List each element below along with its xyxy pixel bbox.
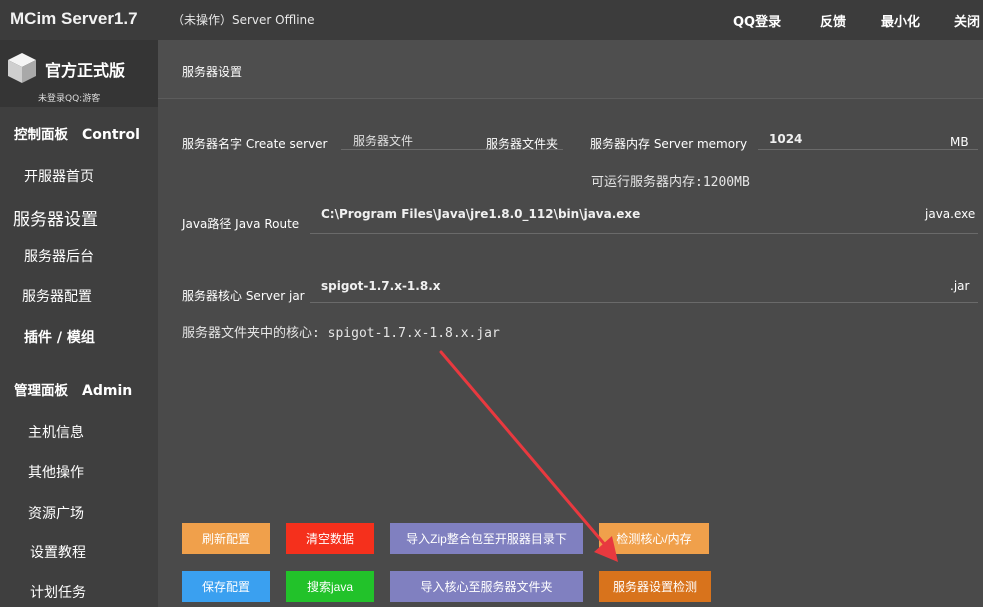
server-status: （未操作）Server Offline <box>172 13 315 27</box>
import-zip-button[interactable]: 导入Zip整合包至开服器目录下 <box>390 523 583 554</box>
server-name-value: 服务器文件 <box>353 134 414 148</box>
admin-section-en: Admin <box>82 383 133 399</box>
cube-logo-icon <box>8 53 36 83</box>
sidebar-item-home[interactable]: 开服器首页 <box>24 166 94 186</box>
sidebar-item-scheduled-tasks[interactable]: 计划任务 <box>30 582 86 602</box>
check-core-memory-button[interactable]: 检测核心/内存 <box>599 523 709 554</box>
sidebar-item-server-console[interactable]: 服务器后台 <box>24 246 94 266</box>
edition-label: 官方正式版 <box>45 61 126 80</box>
core-detected-text: 服务器文件夹中的核心: spigot-1.7.x-1.8.x.jar <box>182 326 500 341</box>
admin-section-header: 管理面板 Admin <box>14 379 132 399</box>
memory-unit: MB <box>950 135 969 149</box>
jar-suffix: .jar <box>950 279 970 293</box>
available-memory-text: 可运行服务器内存:1200MB <box>591 175 750 190</box>
server-settings-check-button[interactable]: 服务器设置检测 <box>599 571 711 602</box>
server-name-label: 服务器名字 Create server <box>182 137 328 151</box>
title-bar: MCim Server1.7 （未操作）Server Offline QQ登录 … <box>0 0 983 40</box>
sidebar-item-server-settings[interactable]: 服务器设置 <box>13 205 98 230</box>
feedback-button[interactable]: 反馈 <box>820 11 846 30</box>
import-core-button[interactable]: 导入核心至服务器文件夹 <box>390 571 583 602</box>
java-path-field[interactable]: C:\Program Files\Java\jre1.8.0_112\bin\j… <box>310 202 978 234</box>
server-name-field[interactable]: 服务器文件 服务器文件夹 <box>341 126 563 151</box>
qq-login-button[interactable]: QQ登录 <box>733 11 781 30</box>
panel-header: 服务器设置 <box>158 40 983 99</box>
java-exe-suffix: java.exe <box>925 207 976 221</box>
server-jar-value: spigot-1.7.x-1.8.x <box>321 279 441 293</box>
control-section-en: Control <box>82 127 140 143</box>
save-config-button[interactable]: 保存配置 <box>182 571 270 602</box>
clear-data-button[interactable]: 清空数据 <box>286 523 374 554</box>
sidebar-item-host-info[interactable]: 主机信息 <box>28 422 84 442</box>
java-path-label: Java路径 Java Route <box>182 217 300 231</box>
memory-field[interactable]: 1024 MB <box>758 126 978 150</box>
memory-value: 1024 <box>769 132 803 146</box>
java-path-value: C:\Program Files\Java\jre1.8.0_112\bin\j… <box>321 207 641 221</box>
main-panel: 服务器设置 服务器名字 Create server 服务器文件 服务器文件夹 服… <box>158 40 983 607</box>
search-java-button[interactable]: 搜索java <box>286 571 374 602</box>
server-jar-field[interactable]: spigot-1.7.x-1.8.x .jar <box>310 276 978 303</box>
sidebar-item-tutorial[interactable]: 设置教程 <box>30 542 86 562</box>
admin-section-cn: 管理面板 <box>14 383 68 399</box>
sidebar-item-server-config[interactable]: 服务器配置 <box>22 286 92 306</box>
sidebar: 官方正式版 未登录QQ:游客 控制面板 Control 开服器首页 服务器设置 服… <box>0 40 158 607</box>
minimize-button[interactable]: 最小化 <box>881 11 920 30</box>
app-title: MCim Server1.7 <box>10 9 138 28</box>
sidebar-item-plugins-mods[interactable]: 插件 / 模组 <box>24 327 95 347</box>
close-button[interactable]: 关闭 <box>954 11 980 30</box>
sidebar-item-other-ops[interactable]: 其他操作 <box>28 462 84 482</box>
refresh-config-button[interactable]: 刷新配置 <box>182 523 270 554</box>
brand-panel: 官方正式版 未登录QQ:游客 <box>0 40 158 107</box>
login-status: 未登录QQ:游客 <box>38 94 101 104</box>
memory-label: 服务器内存 Server memory <box>590 137 748 151</box>
sidebar-item-resources[interactable]: 资源广场 <box>28 503 84 523</box>
control-section-cn: 控制面板 <box>14 127 68 143</box>
page-title: 服务器设置 <box>182 65 243 79</box>
server-jar-label: 服务器核心 Server jar <box>182 289 305 303</box>
control-section-header: 控制面板 Control <box>14 123 140 143</box>
server-folder-label: 服务器文件夹 <box>486 137 559 151</box>
